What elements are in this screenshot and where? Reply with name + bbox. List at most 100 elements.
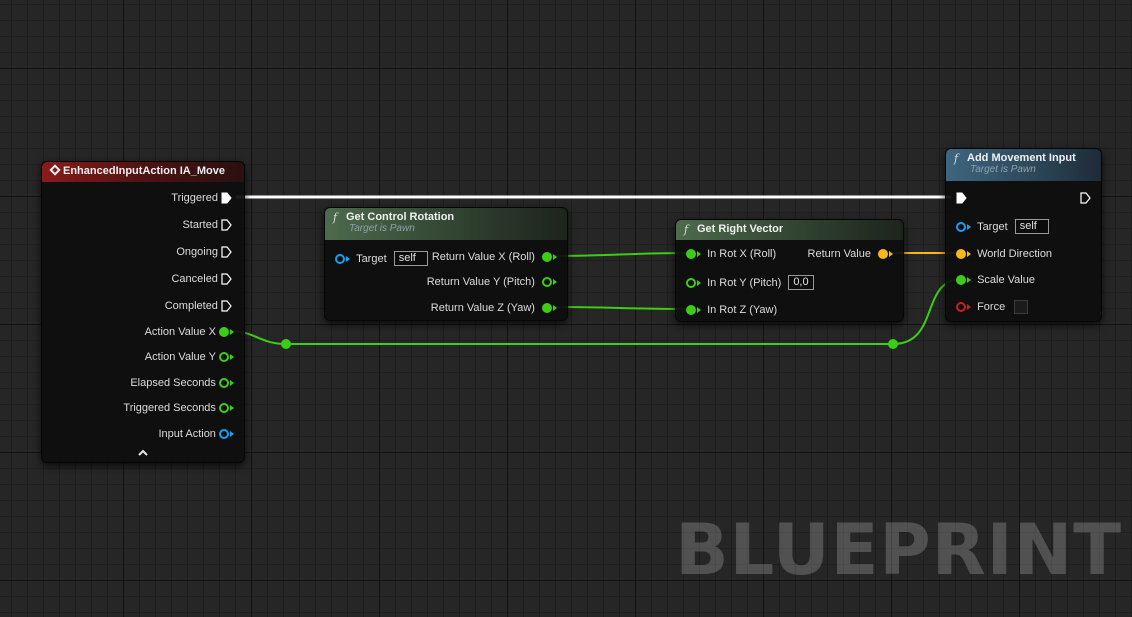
pin-return-y[interactable]: Return Value Y (Pitch)	[427, 275, 557, 289]
pin-canceled[interactable]: Canceled	[171, 272, 232, 286]
pin-label: In Rot X (Roll)	[707, 248, 777, 261]
pin-label: Triggered Seconds	[123, 402, 216, 415]
target-self-field[interactable]: self	[393, 251, 428, 266]
vector-pin-icon[interactable]	[956, 249, 966, 260]
pin-triggered-seconds[interactable]: Triggered Seconds	[123, 401, 234, 415]
pin-started[interactable]: Started	[182, 218, 232, 232]
node-header[interactable]: EnhancedInputAction IA_Move	[42, 162, 244, 182]
pin-arrow-icon	[697, 251, 701, 258]
bool-pin-icon[interactable]	[956, 302, 966, 313]
node-header[interactable]: f Add Movement Input Target is Pawn	[946, 149, 1101, 181]
node-title: EnhancedInputAction IA_Move	[63, 165, 225, 177]
pin-label: In Rot Y (Pitch)	[707, 276, 782, 289]
pin-arrow-icon	[889, 251, 893, 258]
pin-arrow-icon	[230, 380, 234, 387]
get-right-vector-node[interactable]: f Get Right Vector In Rot X (Roll) In Rot…	[675, 219, 904, 322]
vector-pin-icon[interactable]	[878, 249, 888, 260]
pin-arrow-icon	[346, 255, 350, 262]
pin-completed[interactable]: Completed	[165, 299, 232, 313]
exec-pin-icon[interactable]	[1080, 192, 1091, 204]
pin-arrow-icon	[697, 279, 701, 286]
float-pin-icon[interactable]	[956, 275, 966, 286]
pin-arrow-icon	[230, 329, 234, 336]
target-self-field[interactable]: self	[1014, 219, 1049, 234]
pin-label: World Direction	[977, 248, 1053, 261]
pin-label: Return Value X (Roll)	[431, 251, 535, 264]
rot-y-value-field[interactable]: 0,0	[788, 275, 814, 290]
node-title: Get Control Rotation	[346, 211, 455, 223]
float-wire-yaw[interactable]	[550, 306, 692, 310]
pin-arrow-icon	[553, 254, 557, 261]
pin-action-value-y[interactable]: Action Value Y	[145, 350, 234, 364]
float-pin-icon[interactable]	[542, 252, 552, 263]
pin-arrow-icon	[230, 354, 234, 361]
float-pin-icon[interactable]	[542, 303, 552, 314]
exec-pin-icon[interactable]	[221, 273, 232, 285]
pin-target[interactable]: Target self	[335, 251, 428, 266]
node-title: Add Movement Input	[967, 152, 1076, 164]
pin-in-rot-x[interactable]: In Rot X (Roll)	[686, 247, 776, 261]
object-pin-icon[interactable]	[219, 429, 229, 440]
pin-action-value-x[interactable]: Action Value X	[145, 325, 234, 339]
pin-label: Action Value X	[144, 326, 216, 339]
enhanced-input-action-node[interactable]: EnhancedInputAction IA_Move Triggered St…	[41, 161, 245, 463]
pin-target[interactable]: Target self	[956, 219, 1049, 234]
add-movement-input-node[interactable]: f Add Movement Input Target is Pawn Targe…	[945, 148, 1102, 322]
pin-in-rot-z[interactable]: In Rot Z (Yaw)	[686, 303, 777, 317]
float-wire-roll[interactable]	[550, 252, 692, 257]
pin-triggered[interactable]: Triggered	[171, 191, 232, 205]
float-pin-icon[interactable]	[219, 352, 229, 363]
object-pin-icon[interactable]	[335, 253, 345, 264]
exec-pin-icon[interactable]	[221, 300, 232, 312]
node-header[interactable]: f Get Control Rotation Target is Pawn	[325, 208, 567, 240]
pin-scale-value[interactable]: Scale Value	[956, 273, 1035, 287]
exec-in-pin[interactable]	[956, 191, 967, 205]
exec-pin-icon[interactable]	[221, 246, 232, 258]
node-subtitle: Target is Pawn	[970, 164, 1036, 175]
blueprint-watermark: BLUEPRINT	[675, 509, 1122, 591]
exec-pin-icon[interactable]	[221, 219, 232, 231]
node-header[interactable]: f Get Right Vector	[676, 220, 903, 240]
pin-return-x[interactable]: Return Value X (Roll)	[432, 250, 557, 264]
pin-in-rot-y[interactable]: In Rot Y (Pitch) 0,0	[686, 275, 814, 290]
float-pin-icon[interactable]	[686, 277, 696, 288]
pin-elapsed-seconds[interactable]: Elapsed Seconds	[130, 376, 234, 390]
pin-label: Return Value Z (Yaw)	[430, 302, 535, 315]
pin-input-action[interactable]: Input Action	[158, 427, 234, 441]
pin-label: Target	[977, 220, 1008, 233]
exec-pin-filled-icon[interactable]	[221, 192, 232, 204]
float-pin-icon[interactable]	[542, 277, 552, 288]
pin-force[interactable]: Force	[956, 300, 1029, 315]
pin-label: Completed	[164, 300, 218, 313]
pin-arrow-icon	[553, 279, 557, 286]
reroute-knot-2[interactable]	[888, 339, 898, 349]
pin-label: Return Value Y (Pitch)	[426, 276, 535, 289]
pin-return-z[interactable]: Return Value Z (Yaw)	[431, 301, 557, 315]
event-diamond-icon	[49, 164, 61, 176]
pin-arrow-icon	[967, 304, 971, 311]
reroute-knot-1[interactable]	[281, 339, 291, 349]
exec-out-pin[interactable]	[1080, 191, 1091, 205]
float-pin-icon[interactable]	[219, 327, 229, 338]
pin-return-value[interactable]: Return Value	[808, 247, 893, 261]
pin-label: In Rot Z (Yaw)	[707, 304, 778, 317]
float-pin-icon[interactable]	[686, 249, 696, 260]
function-icon: f	[684, 223, 689, 236]
pin-arrow-icon	[230, 431, 234, 438]
exec-pin-filled-icon[interactable]	[956, 192, 967, 204]
node-subtitle: Target is Pawn	[349, 223, 415, 234]
get-control-rotation-node[interactable]: f Get Control Rotation Target is Pawn Tar…	[324, 207, 568, 321]
pin-ongoing[interactable]: Ongoing	[176, 245, 232, 259]
float-pin-icon[interactable]	[219, 378, 229, 389]
pin-arrow-icon	[697, 307, 701, 314]
pin-label: Elapsed Seconds	[130, 377, 216, 390]
object-pin-icon[interactable]	[956, 221, 966, 232]
float-pin-icon[interactable]	[686, 305, 696, 316]
force-checkbox[interactable]	[1014, 300, 1029, 315]
chevron-up-icon[interactable]	[138, 449, 148, 457]
float-pin-icon[interactable]	[219, 403, 229, 414]
pin-arrow-icon	[967, 277, 971, 284]
pin-label: Triggered	[171, 192, 218, 205]
pin-world-direction[interactable]: World Direction	[956, 247, 1052, 261]
pin-label: Started	[182, 219, 218, 232]
